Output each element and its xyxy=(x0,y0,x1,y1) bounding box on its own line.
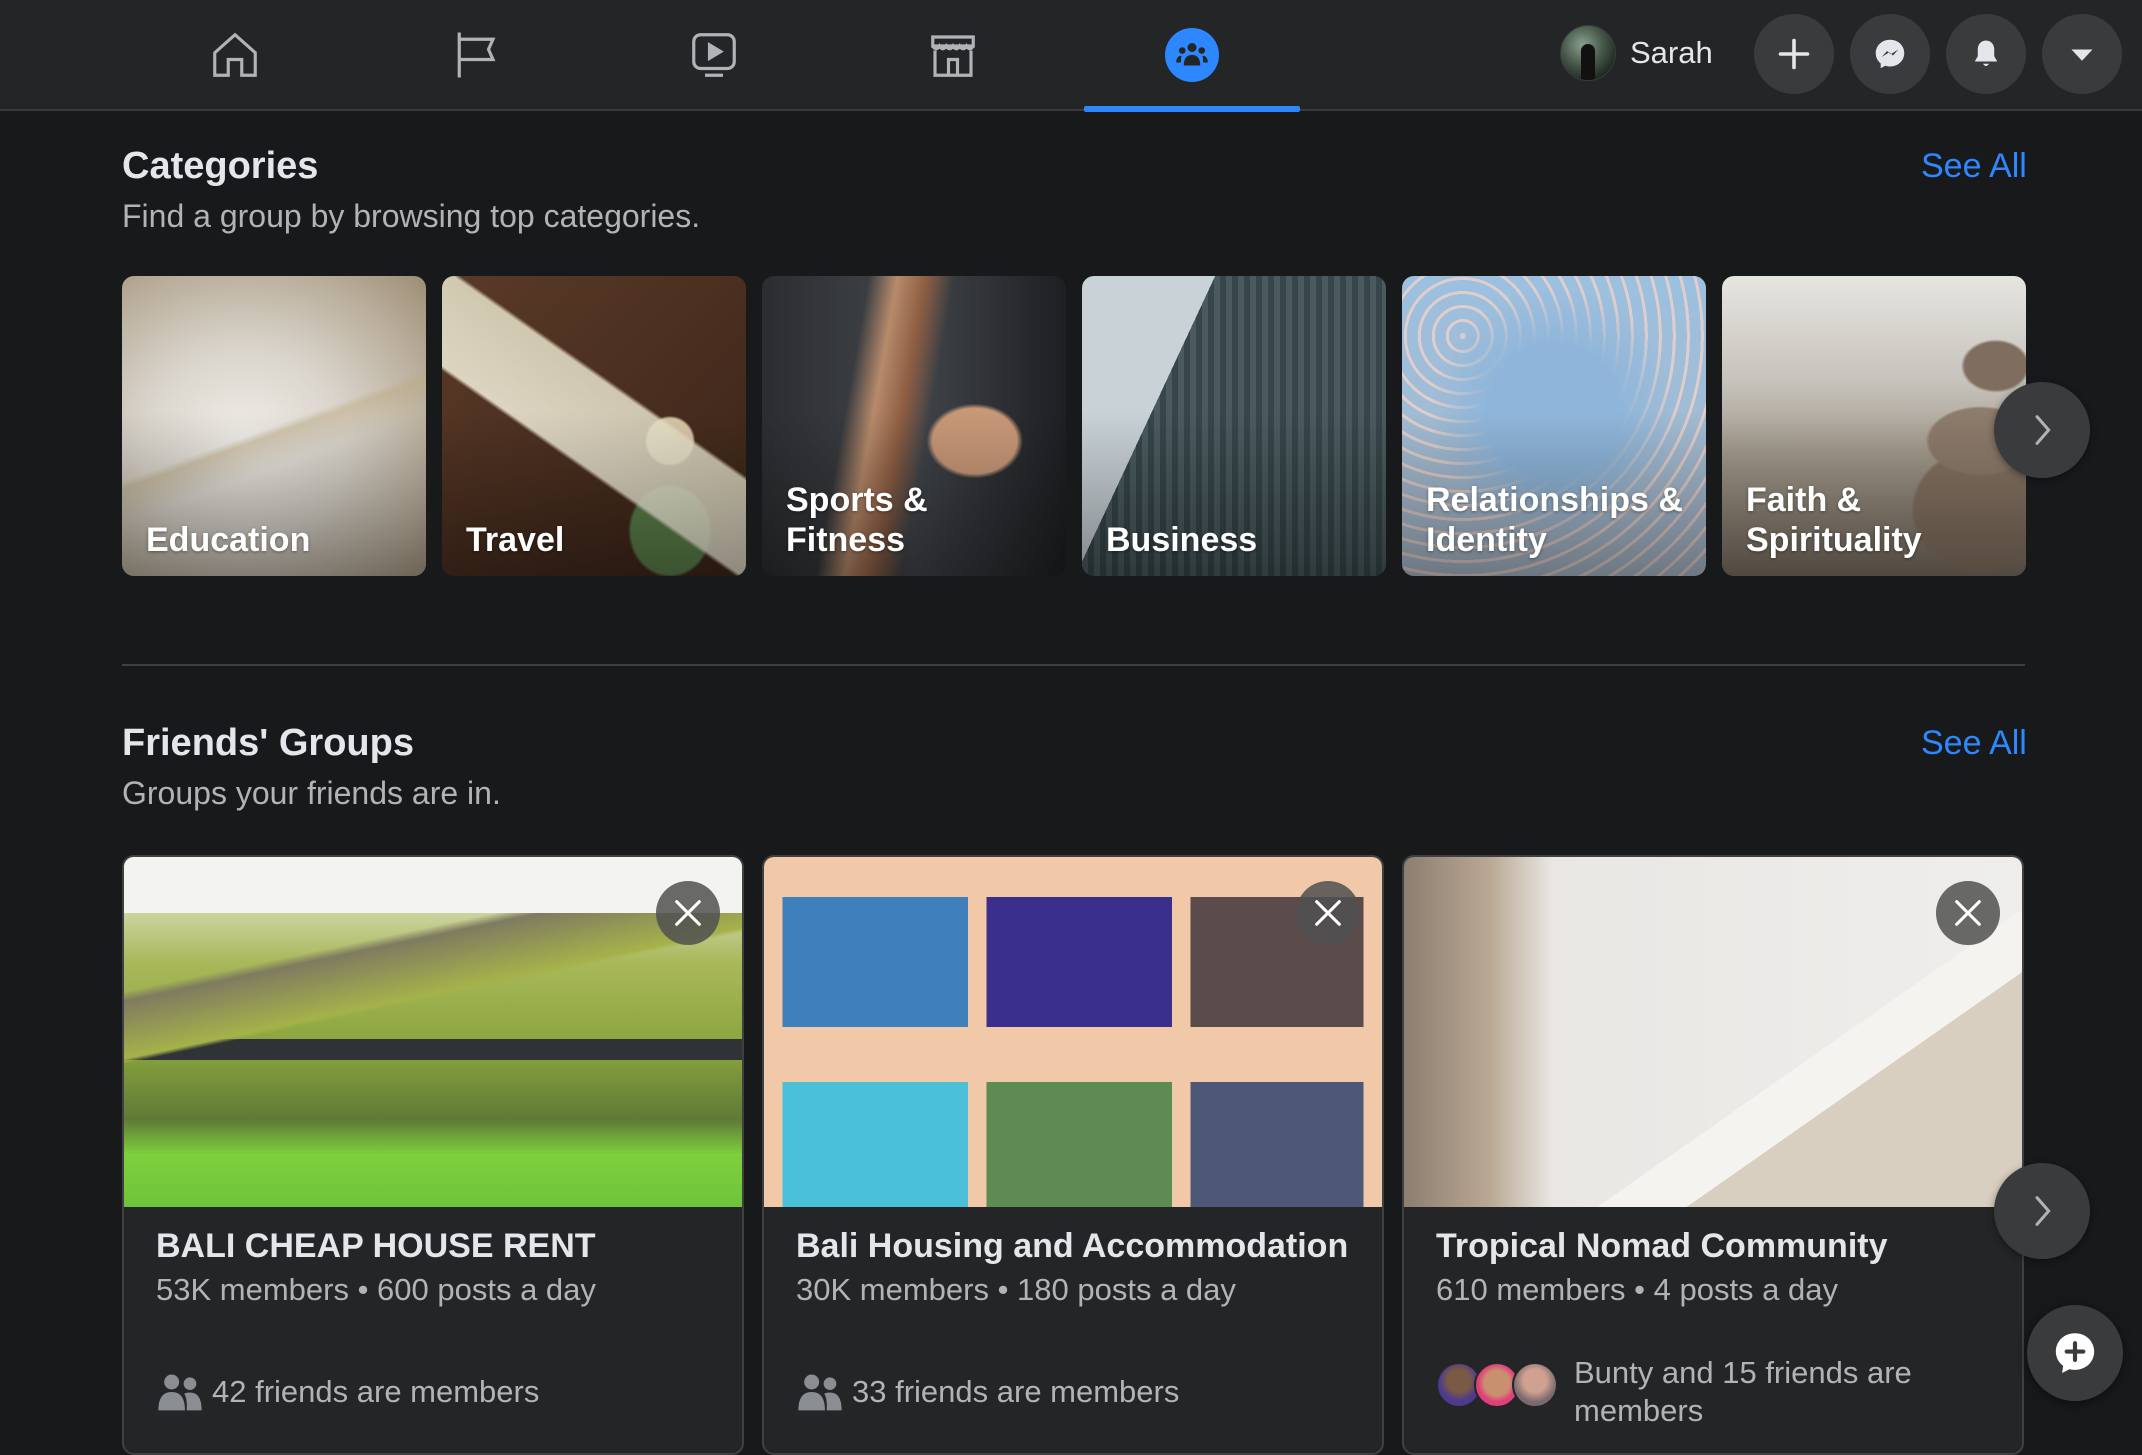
close-icon xyxy=(675,900,701,926)
group-friends-info: Bunty and 15 friends are members xyxy=(1436,1354,1934,1430)
new-message-button[interactable] xyxy=(2027,1305,2123,1401)
profile-chip[interactable]: Sarah xyxy=(1560,24,1713,82)
friends-count-text: 42 friends are members xyxy=(212,1374,540,1409)
group-card[interactable]: Bali Housing and Accommodation 30K membe… xyxy=(762,855,1384,1455)
video-icon xyxy=(692,32,736,77)
category-card-travel[interactable]: Travel xyxy=(442,276,746,576)
dismiss-group-button[interactable] xyxy=(656,881,720,945)
bell-icon xyxy=(1974,40,1998,66)
category-card-relationships-identity[interactable]: Relationships & Identity xyxy=(1402,276,1706,576)
category-label: Business xyxy=(1106,521,1258,559)
category-card-sports-fitness[interactable]: Sports & Fitness xyxy=(762,276,1066,576)
group-name[interactable]: Tropical Nomad Community xyxy=(1436,1227,1888,1266)
group-card[interactable]: Tropical Nomad Community 610 members • 4… xyxy=(1402,855,2024,1455)
friends-count-text: 33 friends are members xyxy=(852,1374,1180,1409)
group-name[interactable]: Bali Housing and Accommodation xyxy=(796,1227,1348,1266)
group-friends-info: 33 friends are members xyxy=(796,1372,1179,1412)
categories-next-button[interactable] xyxy=(1994,382,2090,478)
new-message-icon xyxy=(2055,1333,2095,1373)
nav-tab-marketplace[interactable] xyxy=(845,0,1061,109)
account-menu-button[interactable] xyxy=(2042,14,2122,94)
home-icon xyxy=(213,32,257,77)
close-icon xyxy=(1955,900,1981,926)
top-navigation-bar: Sarah xyxy=(0,0,2142,112)
groups-icon xyxy=(1165,27,1219,82)
friends-count-text: Bunty and 15 friends are members xyxy=(1574,1355,1912,1428)
caret-down-icon xyxy=(2071,49,2093,61)
categories-title: Categories xyxy=(122,145,319,187)
friends-groups-title: Friends' Groups xyxy=(122,722,414,764)
category-card-faith-spirituality[interactable]: Faith & Spirituality xyxy=(1722,276,2026,576)
group-name[interactable]: BALI CHEAP HOUSE RENT xyxy=(156,1227,596,1266)
group-cover-image xyxy=(124,857,742,1207)
friend-avatars xyxy=(1436,1362,1558,1408)
friends-groups-subtitle: Groups your friends are in. xyxy=(122,775,501,811)
chevron-right-icon xyxy=(2035,1196,2051,1226)
category-label: Education xyxy=(146,521,311,559)
category-label: Faith & Spirituality xyxy=(1746,481,1922,559)
group-meta: 53K members • 600 posts a day xyxy=(156,1272,596,1307)
close-icon xyxy=(1315,900,1341,926)
plus-icon xyxy=(1778,38,1810,70)
friends-icon xyxy=(158,1374,202,1411)
dismiss-group-button[interactable] xyxy=(1296,881,1360,945)
category-label: Travel xyxy=(466,521,565,559)
create-button[interactable] xyxy=(1754,14,1834,94)
categories-subtitle: Find a group by browsing top categories. xyxy=(122,198,701,234)
messenger-button[interactable] xyxy=(1850,14,1930,94)
avatar xyxy=(1560,25,1616,81)
notifications-button[interactable] xyxy=(1946,14,2026,94)
group-cover-image xyxy=(1404,857,2022,1207)
messenger-icon xyxy=(1875,39,1905,69)
category-card-education[interactable]: Education xyxy=(122,276,426,576)
groups-next-button[interactable] xyxy=(1994,1163,2090,1259)
friends-groups-see-all-link[interactable]: See All xyxy=(1921,724,2027,763)
group-meta: 610 members • 4 posts a day xyxy=(1436,1272,1839,1307)
category-label: Relationships & Identity xyxy=(1426,481,1683,559)
nav-tab-groups[interactable] xyxy=(1084,0,1300,112)
group-meta: 30K members • 180 posts a day xyxy=(796,1272,1236,1307)
flag-icon xyxy=(457,32,496,77)
chevron-right-icon xyxy=(2035,415,2051,445)
categories-see-all-link[interactable]: See All xyxy=(1921,147,2027,186)
nav-tab-watch[interactable] xyxy=(606,0,822,109)
friends-icon xyxy=(798,1374,842,1411)
nav-tab-home[interactable] xyxy=(127,0,343,109)
section-divider xyxy=(122,664,2025,666)
category-card-business[interactable]: Business xyxy=(1082,276,1386,576)
store-icon xyxy=(931,34,975,77)
group-cover-image xyxy=(764,857,1382,1207)
dismiss-group-button[interactable] xyxy=(1936,881,2000,945)
friend-avatar xyxy=(1512,1362,1558,1408)
nav-tab-pages[interactable] xyxy=(367,0,583,109)
profile-name: Sarah xyxy=(1630,35,1713,70)
group-card[interactable]: BALI CHEAP HOUSE RENT 53K members • 600 … xyxy=(122,855,744,1455)
category-label: Sports & Fitness xyxy=(786,481,928,559)
group-friends-info: 42 friends are members xyxy=(156,1372,539,1412)
